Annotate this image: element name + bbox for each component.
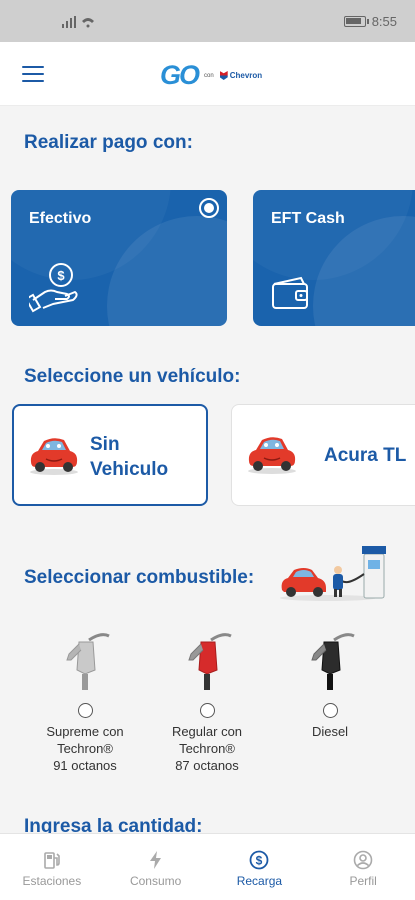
status-time: 8:55 (371, 14, 397, 29)
car-refueling-illustration (280, 546, 386, 601)
status-bar: 8:55 (0, 0, 415, 42)
payment-radio-selected[interactable] (199, 198, 219, 218)
person-icon (353, 850, 373, 870)
vehicle-option-acura-tl[interactable]: Acura TL (231, 404, 415, 506)
fuel-name-line2: Techron® (179, 741, 235, 756)
fuel-name-line1: Regular con (171, 724, 243, 739)
vehicle-option-sin-vehiculo[interactable]: Sin Vehiculo (12, 404, 208, 506)
nav-item-consumo[interactable]: Consumo (104, 834, 208, 900)
payment-title: Realizar pago con: (24, 132, 193, 153)
car-icon (248, 437, 296, 474)
fuel-name-line1: Diesel (311, 724, 349, 739)
cash-hand-icon: $ (29, 263, 78, 313)
fuel-name-line2: Techron® (57, 741, 113, 756)
fuel-radio[interactable] (199, 703, 215, 718)
lightning-icon (149, 851, 161, 869)
svg-text:$: $ (57, 268, 65, 283)
fuel-name-line3: 87 octanos (175, 758, 239, 773)
nav-item-perfil[interactable]: Perfil (311, 834, 415, 900)
nav-item-recarga[interactable]: $ Recarga (208, 834, 312, 900)
bottom-nav: Estaciones Consumo $ Recarga Perfil (0, 833, 415, 900)
vehicle-name: Acura TL (324, 445, 407, 466)
fuel-title: Seleccionar combustible: (24, 567, 255, 588)
fuel-option-supreme[interactable]: Supreme con Techron® 91 octanos (30, 630, 140, 774)
menu-icon[interactable] (22, 66, 44, 82)
payment-option-efectivo[interactable]: Efectivo $ (11, 190, 227, 326)
fuel-radio[interactable] (322, 703, 338, 718)
vehicle-name-line1: Sin (90, 434, 120, 455)
fuel-nozzle-icon (311, 633, 355, 690)
fuel-option-diesel[interactable]: Diesel (275, 630, 385, 740)
payment-option-eft-cash[interactable]: EFT Cash (253, 190, 415, 326)
fuel-nozzle-icon (66, 633, 110, 690)
fuel-name-line1: Supreme con (46, 724, 124, 739)
vehicle-title: Seleccione un vehículo: (24, 366, 241, 387)
chevron-logo-icon (219, 71, 228, 80)
car-icon (30, 438, 78, 475)
svg-text:$: $ (256, 854, 263, 868)
gas-station-icon (44, 852, 60, 869)
fuel-name-line3: 91 octanos (53, 758, 117, 773)
app-header: GO con Chevron (0, 42, 415, 106)
dollar-circle-icon: $ (249, 850, 269, 870)
nav-item-estaciones[interactable]: Estaciones (0, 834, 104, 900)
wallet-icon (272, 276, 308, 309)
app-logo: GO con Chevron (160, 60, 263, 90)
battery-icon (343, 16, 369, 27)
fuel-nozzle-icon (188, 633, 232, 690)
fuel-option-regular[interactable]: Regular con Techron® 87 octanos (152, 630, 262, 774)
vehicle-name-line2: Vehiculo (90, 459, 169, 480)
signal-icon (62, 16, 94, 28)
fuel-radio[interactable] (77, 703, 93, 718)
